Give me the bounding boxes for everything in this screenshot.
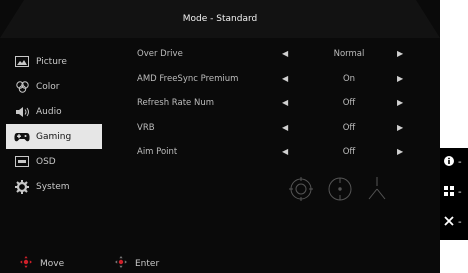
arrow-left-icon[interactable]: ◀ xyxy=(282,98,288,107)
sidebar-item-audio[interactable]: Audio xyxy=(6,99,102,124)
page-title: Mode - Standard xyxy=(182,14,258,24)
settings-list: Over Drive ◀ Normal ▶ AMD FreeSync Premi… xyxy=(137,44,427,167)
setting-value: On xyxy=(342,73,356,84)
menu-grid-icon xyxy=(444,186,454,199)
arrow-right-icon[interactable]: ▶ xyxy=(397,49,403,58)
setting-label: VRB xyxy=(137,122,155,133)
setting-row-aim-point[interactable]: Aim Point ◀ Off ▶ xyxy=(137,142,427,167)
gamepad-icon xyxy=(14,130,30,144)
osd-menu: Mode - Standard Picture Color Audio Gami… xyxy=(0,0,440,273)
info-icon xyxy=(444,156,454,169)
sidebar: Picture Color Audio Gaming OSD System xyxy=(6,49,102,199)
sidebar-item-osd[interactable]: OSD xyxy=(6,149,102,174)
header-bevel-left xyxy=(0,0,24,38)
arrow-right-icon[interactable]: ▶ xyxy=(397,147,403,156)
dpad-move-icon xyxy=(20,256,32,271)
picture-icon xyxy=(14,55,30,69)
key-info-text: - xyxy=(458,157,462,168)
color-icon xyxy=(14,80,30,94)
aim-circle-icon[interactable] xyxy=(289,177,313,201)
setting-label: Aim Point xyxy=(137,147,178,157)
sidebar-item-label: Audio xyxy=(36,106,62,117)
sidebar-item-label: OSD xyxy=(36,156,56,167)
aim-dot-icon[interactable] xyxy=(328,177,352,201)
sidebar-item-gaming[interactable]: Gaming xyxy=(6,124,102,149)
osd-icon xyxy=(14,155,30,169)
setting-row-over-drive[interactable]: Over Drive ◀ Normal ▶ xyxy=(137,44,427,69)
setting-row-vrb[interactable]: VRB ◀ Off ▶ xyxy=(137,118,427,143)
arrow-left-icon[interactable]: ◀ xyxy=(282,74,288,83)
footer: Move Enter xyxy=(0,252,440,273)
sidebar-item-label: Picture xyxy=(36,56,67,67)
key-close[interactable]: - xyxy=(444,216,462,229)
arrow-left-icon[interactable]: ◀ xyxy=(282,147,288,156)
footer-move: Move xyxy=(20,256,64,271)
sidebar-item-label: Gaming xyxy=(36,131,72,142)
dpad-enter-icon xyxy=(115,256,127,271)
sidebar-item-color[interactable]: Color xyxy=(6,74,102,99)
setting-label: Refresh Rate Num xyxy=(137,98,215,108)
footer-move-label: Move xyxy=(40,258,65,269)
sidebar-item-system[interactable]: System xyxy=(6,174,102,199)
sidebar-item-picture[interactable]: Picture xyxy=(6,49,102,74)
setting-row-refresh-rate-num[interactable]: Refresh Rate Num ◀ Off ▶ xyxy=(137,93,427,118)
key-menu[interactable]: - xyxy=(444,186,462,199)
footer-enter-label: Enter xyxy=(135,258,160,269)
setting-label: AMD FreeSync Premium xyxy=(137,73,239,84)
osd-header: Mode - Standard xyxy=(0,0,440,38)
setting-value: Normal xyxy=(333,49,365,59)
close-icon xyxy=(444,216,454,229)
arrow-left-icon[interactable]: ◀ xyxy=(282,49,288,58)
hardware-key-guide: - - - xyxy=(440,148,468,240)
key-info[interactable]: - xyxy=(444,156,462,169)
header-bevel-right xyxy=(416,0,440,38)
sidebar-item-label: System xyxy=(36,181,70,192)
key-close-text: - xyxy=(458,217,462,228)
arrow-left-icon[interactable]: ◀ xyxy=(282,123,288,132)
arrow-right-icon[interactable]: ▶ xyxy=(397,98,403,107)
arrow-right-icon[interactable]: ▶ xyxy=(397,123,403,132)
setting-row-freesync[interactable]: AMD FreeSync Premium ◀ On ▶ xyxy=(137,69,427,94)
system-icon xyxy=(14,179,30,194)
footer-enter: Enter xyxy=(115,256,159,271)
setting-value: Off xyxy=(342,147,356,157)
arrow-right-icon[interactable]: ▶ xyxy=(397,74,403,83)
audio-icon xyxy=(14,105,30,119)
key-menu-text: - xyxy=(458,187,462,198)
aim-point-options xyxy=(285,175,395,203)
setting-value: Off xyxy=(342,122,356,133)
setting-value: Off xyxy=(342,98,356,108)
setting-label: Over Drive xyxy=(137,49,183,59)
sidebar-item-label: Color xyxy=(36,81,60,92)
aim-cross-icon[interactable] xyxy=(368,177,386,200)
